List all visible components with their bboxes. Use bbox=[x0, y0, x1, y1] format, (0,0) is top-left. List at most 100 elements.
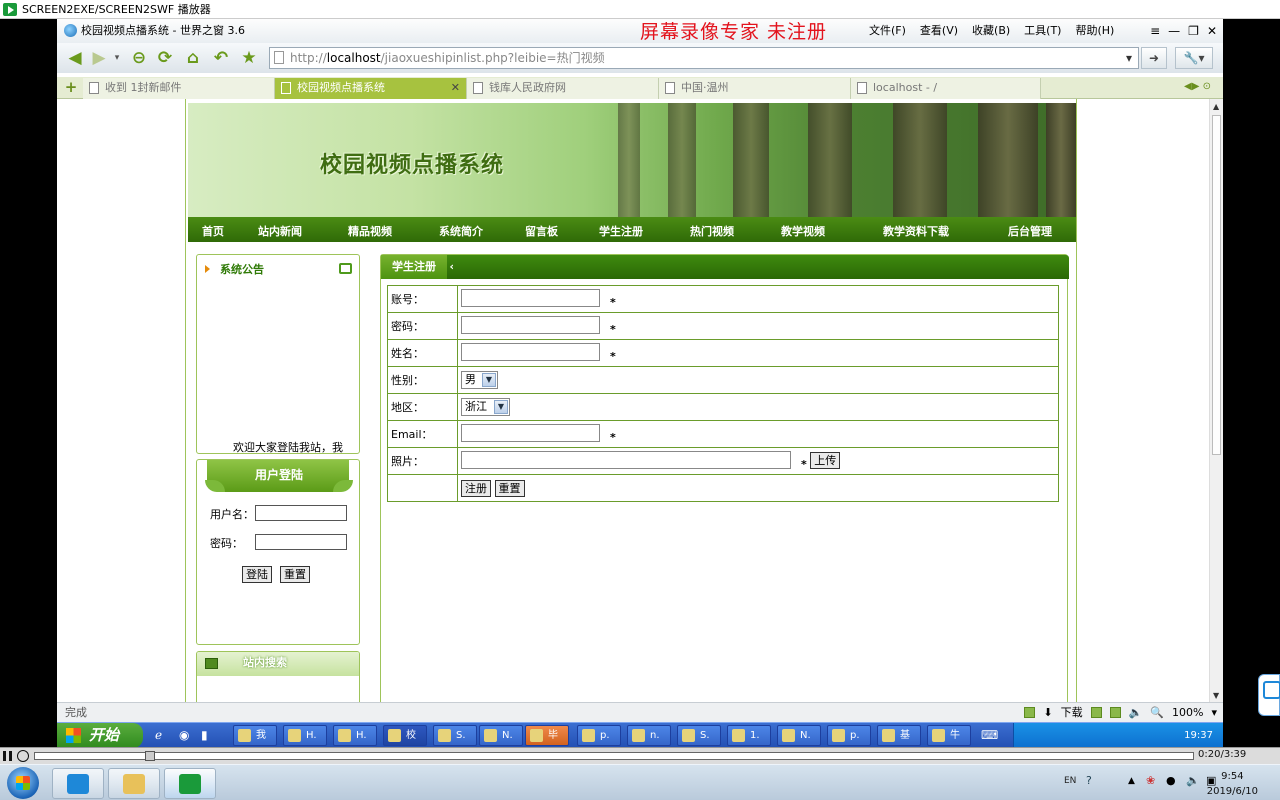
inner-taskbar-item[interactable]: N. bbox=[777, 725, 821, 746]
register-reset-button[interactable]: 重置 bbox=[494, 479, 525, 497]
nav-hot-videos[interactable]: 热门视频 bbox=[690, 223, 734, 239]
inner-taskbar-item[interactable]: 毕 bbox=[525, 725, 569, 746]
name-input[interactable] bbox=[461, 343, 600, 361]
menu-favorites[interactable]: 收藏(B) bbox=[972, 19, 1010, 43]
download-label[interactable]: 下载 bbox=[1061, 703, 1083, 722]
register-submit-button[interactable]: 注册 bbox=[461, 479, 491, 497]
restore-button[interactable]: ❐ bbox=[1188, 19, 1199, 43]
inner-taskbar-item[interactable]: p. bbox=[827, 725, 871, 746]
nav-featured-videos[interactable]: 精品视频 bbox=[348, 223, 392, 239]
zoom-magnifier-icon[interactable]: 🔍 bbox=[1150, 703, 1164, 722]
inner-start-button[interactable]: 开始 bbox=[57, 723, 143, 748]
quicklaunch-tool-icon[interactable]: ▮ bbox=[201, 728, 208, 742]
upload-button[interactable]: 上传 bbox=[810, 451, 841, 469]
input-language[interactable]: EN bbox=[1064, 776, 1076, 786]
nav-teaching-videos[interactable]: 教学视频 bbox=[781, 223, 825, 239]
tray-app-icon[interactable]: ❀ bbox=[1146, 774, 1155, 787]
nav-about[interactable]: 系统简介 bbox=[439, 223, 483, 239]
nav-admin[interactable]: 后台管理 bbox=[1008, 223, 1052, 239]
menu-list-icon[interactable]: ≡ bbox=[1150, 19, 1160, 43]
menu-tools[interactable]: 工具(T) bbox=[1024, 19, 1061, 43]
login-password-input[interactable] bbox=[255, 534, 347, 550]
tools-wrench-icon[interactable]: 🔧▾ bbox=[1175, 47, 1213, 69]
tab-mail[interactable]: 收到 1封新邮件 bbox=[83, 78, 275, 99]
gender-select[interactable]: 男 ▼ bbox=[461, 371, 498, 389]
stop-icon[interactable]: ⊖ bbox=[127, 46, 151, 70]
tray-expand-icon[interactable]: ▲ bbox=[1128, 776, 1135, 786]
page-scrollbar[interactable]: ▲ ▼ bbox=[1209, 99, 1223, 702]
zoom-dropdown-icon[interactable]: ▾ bbox=[1211, 703, 1217, 722]
teamviewer-side-panel-icon[interactable] bbox=[1258, 674, 1280, 716]
nav-materials-download[interactable]: 教学资料下载 bbox=[883, 223, 949, 239]
seek-bar[interactable] bbox=[34, 751, 1194, 761]
tab-campus-video[interactable]: 校园视频点播系统 ✕ bbox=[275, 78, 467, 99]
inner-taskbar-item[interactable]: p. bbox=[577, 725, 621, 746]
tray-qq-icon[interactable]: ● bbox=[1166, 774, 1176, 787]
minimize-button[interactable]: — bbox=[1168, 19, 1180, 43]
download-arrow-icon[interactable]: ⬇ bbox=[1043, 703, 1052, 722]
close-button[interactable]: ✕ bbox=[1207, 19, 1217, 43]
nav-guestbook[interactable]: 留言板 bbox=[525, 223, 558, 239]
menu-help[interactable]: 帮助(H) bbox=[1075, 19, 1114, 43]
inner-taskbar-item[interactable]: H. bbox=[333, 725, 377, 746]
stop-icon[interactable] bbox=[17, 750, 29, 762]
back-arrow-icon[interactable]: ◀ bbox=[63, 46, 87, 70]
password-input[interactable] bbox=[461, 316, 600, 334]
address-bar[interactable]: http://localhost/jiaoxueshipinlist.php?l… bbox=[269, 47, 1139, 69]
inner-taskbar-item[interactable]: 基 bbox=[877, 725, 921, 746]
photo-path-input[interactable] bbox=[461, 451, 791, 469]
addon-icon[interactable] bbox=[1090, 707, 1102, 718]
keyboard-icon[interactable]: ⌨ bbox=[981, 728, 998, 742]
login-reset-button[interactable]: 重置 bbox=[280, 566, 310, 583]
nav-student-register[interactable]: 学生注册 bbox=[599, 223, 643, 239]
addon-icon[interactable] bbox=[1109, 707, 1121, 718]
pause-icon[interactable] bbox=[3, 751, 12, 761]
zoom-level[interactable]: 100% bbox=[1172, 703, 1203, 722]
addon-icon[interactable] bbox=[1024, 707, 1036, 718]
seek-knob[interactable] bbox=[145, 751, 155, 761]
speaker-icon[interactable]: 🔈 bbox=[1129, 703, 1143, 722]
volume-icon[interactable]: 🔈 bbox=[1186, 774, 1200, 787]
tab-localhost[interactable]: localhost - / bbox=[851, 78, 1041, 99]
login-button[interactable]: 登陆 bbox=[242, 566, 272, 583]
menu-file[interactable]: 文件(F) bbox=[869, 19, 906, 43]
inner-taskbar-item[interactable]: 1. bbox=[727, 725, 771, 746]
url-dropdown-icon[interactable]: ▾ bbox=[1126, 48, 1132, 68]
nav-news[interactable]: 站内新闻 bbox=[258, 223, 302, 239]
new-tab-plus-icon[interactable]: + bbox=[62, 78, 80, 96]
history-dropdown-icon[interactable]: ▾ bbox=[105, 46, 129, 70]
inner-taskbar-item-active[interactable]: 校 bbox=[383, 725, 427, 746]
inner-taskbar-item[interactable]: 我 bbox=[233, 725, 277, 746]
inner-taskbar-item[interactable]: N. bbox=[479, 725, 523, 746]
inner-taskbar-item[interactable]: H. bbox=[283, 725, 327, 746]
account-input[interactable] bbox=[461, 289, 600, 307]
nav-home[interactable]: 首页 bbox=[202, 223, 224, 239]
scroll-down-icon[interactable]: ▼ bbox=[1213, 691, 1219, 700]
inner-taskbar-item[interactable]: S. bbox=[433, 725, 477, 746]
email-input[interactable] bbox=[461, 424, 600, 442]
inner-taskbar-item[interactable]: n. bbox=[627, 725, 671, 746]
quicklaunch-ie-icon[interactable]: ℯ bbox=[155, 728, 162, 742]
home-icon[interactable]: ⌂ bbox=[181, 46, 205, 70]
refresh-icon[interactable]: ⟳ bbox=[153, 46, 177, 70]
quicklaunch-globe-icon[interactable]: ◉ bbox=[179, 728, 189, 742]
notice-more-icon[interactable] bbox=[339, 263, 352, 274]
menu-view[interactable]: 查看(V) bbox=[920, 19, 958, 43]
windows-start-orb-icon[interactable] bbox=[7, 767, 39, 799]
favorite-star-icon[interactable]: ★ bbox=[237, 46, 261, 70]
tab-close-icon[interactable]: ✕ bbox=[451, 78, 460, 98]
scroll-up-icon[interactable]: ▲ bbox=[1213, 102, 1219, 111]
region-select[interactable]: 浙江 ▼ bbox=[461, 398, 510, 416]
taskbar-teamviewer-button[interactable] bbox=[52, 768, 104, 799]
system-clock[interactable]: 9:54 2019/6/10 bbox=[1207, 769, 1258, 799]
login-username-input[interactable] bbox=[255, 505, 347, 521]
go-arrow-icon[interactable]: ➜ bbox=[1141, 47, 1167, 69]
inner-taskbar-item[interactable]: 牛 bbox=[927, 725, 971, 746]
taskbar-player-button[interactable] bbox=[164, 768, 216, 799]
inner-taskbar-item[interactable]: S. bbox=[677, 725, 721, 746]
tab-wenzhou[interactable]: 中国·温州 bbox=[659, 78, 851, 99]
tab-qianku-gov[interactable]: 钱库人民政府网 bbox=[467, 78, 659, 99]
taskbar-explorer-button[interactable] bbox=[108, 768, 160, 799]
tab-scroll-icon[interactable]: ◀▶ ⊙ bbox=[1184, 81, 1211, 92]
scrollbar-thumb[interactable] bbox=[1212, 115, 1221, 455]
